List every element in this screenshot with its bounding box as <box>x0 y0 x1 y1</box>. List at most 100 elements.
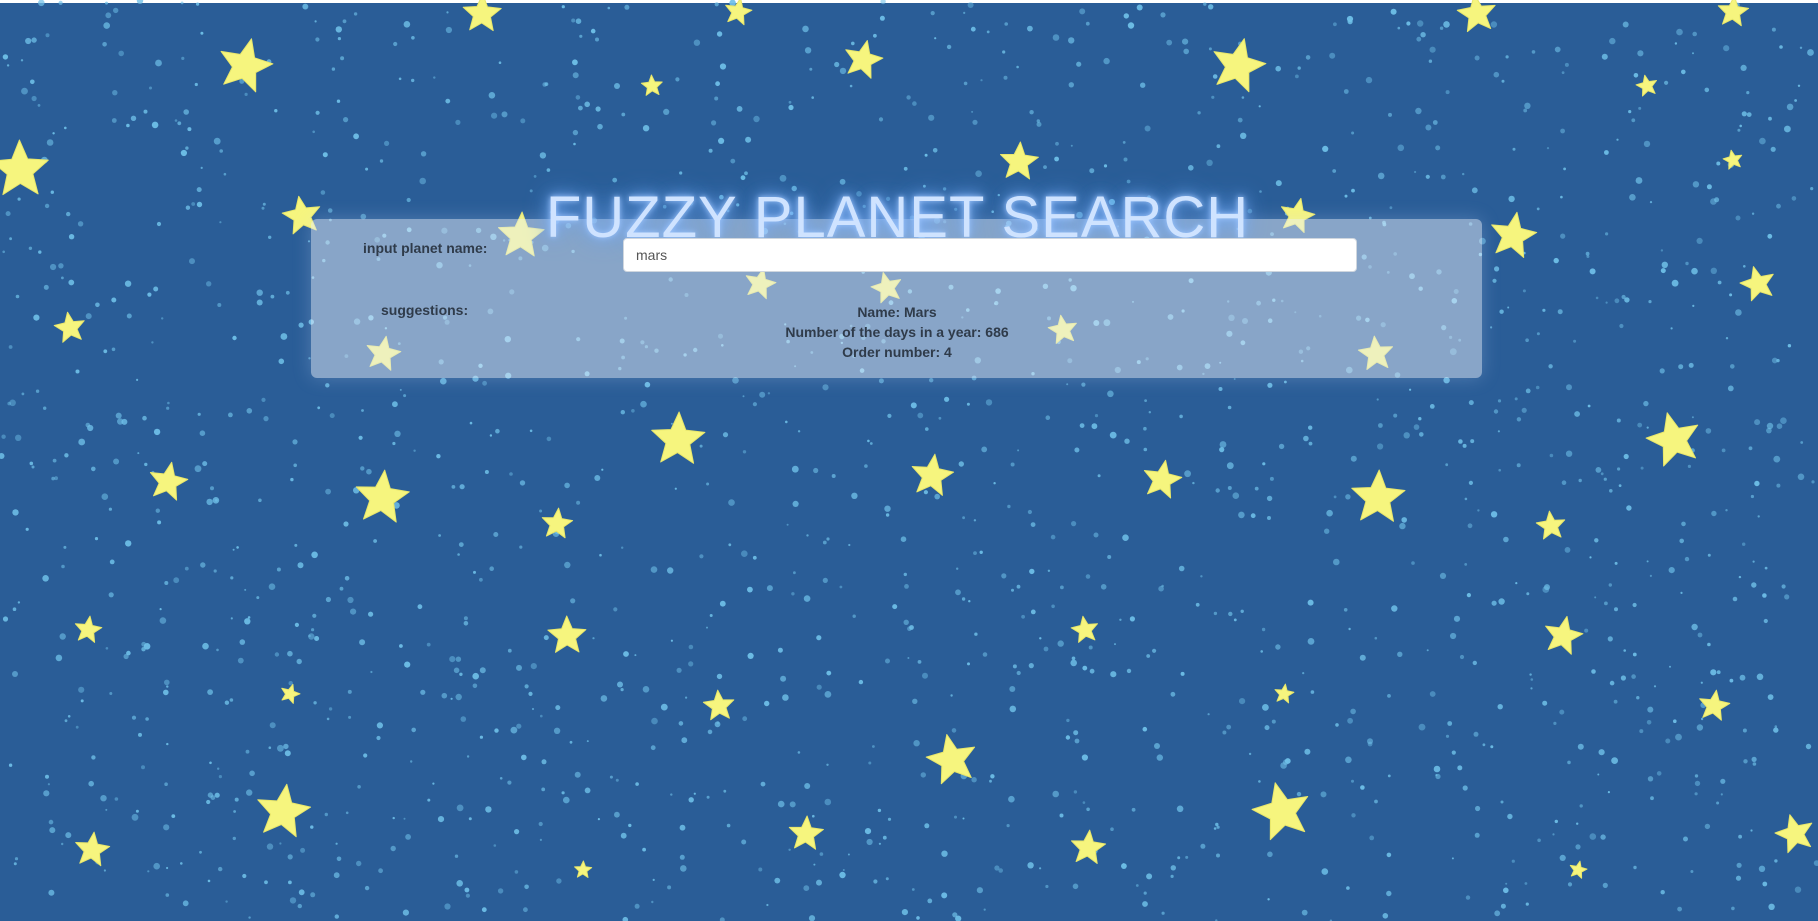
dot-icon <box>1500 903 1506 909</box>
star-icon <box>355 469 410 523</box>
star-icon <box>1717 0 1750 27</box>
dot-icon <box>393 41 398 47</box>
dot-icon <box>1614 561 1618 565</box>
dot-icon <box>1233 378 1236 380</box>
planet-search-input[interactable] <box>623 238 1357 272</box>
dot-icon <box>177 121 182 126</box>
dot-icon <box>974 632 978 636</box>
dot-icon <box>679 824 686 831</box>
dot-icon <box>1754 419 1761 426</box>
dot-icon <box>1613 699 1618 704</box>
dot-icon <box>157 520 162 525</box>
dot-icon <box>1382 913 1389 919</box>
dot-icon <box>1671 279 1679 287</box>
dot-icon <box>809 67 813 71</box>
dot-icon <box>941 892 948 899</box>
dot-icon <box>1416 36 1422 42</box>
dot-icon <box>1665 738 1671 744</box>
star-icon <box>281 683 301 704</box>
suggestion-item[interactable]: Name: Mars Number of the days in a year:… <box>697 302 1097 362</box>
dot-icon <box>378 868 383 874</box>
dot-icon <box>1494 266 1500 272</box>
dot-icon <box>337 37 341 41</box>
dot-icon <box>1226 724 1232 730</box>
dot-icon <box>151 121 159 129</box>
dot-icon <box>1414 170 1417 174</box>
dot-icon <box>103 22 110 29</box>
dot-icon <box>1143 891 1147 895</box>
dot-icon <box>1070 144 1073 147</box>
dot-icon <box>237 657 244 664</box>
dot-icon <box>709 614 713 617</box>
dot-icon <box>564 482 570 489</box>
dot-icon <box>885 877 889 881</box>
dot-icon <box>917 412 924 419</box>
dot-icon <box>1524 102 1531 110</box>
dot-icon <box>1333 558 1340 566</box>
dot-icon <box>153 286 159 292</box>
dot-icon <box>1725 509 1728 512</box>
dot-icon <box>1696 724 1704 731</box>
dot-icon <box>15 434 22 441</box>
dot-icon <box>706 795 710 799</box>
dot-icon <box>1497 430 1500 433</box>
dot-icon <box>576 500 581 505</box>
dot-icon <box>970 26 976 32</box>
dot-icon <box>971 777 977 783</box>
dot-icon <box>792 500 799 507</box>
dot-icon <box>716 31 723 37</box>
dot-icon <box>1071 521 1077 527</box>
dot-icon <box>1472 660 1478 666</box>
dot-icon <box>314 636 320 641</box>
dot-icon <box>1161 911 1165 915</box>
star-icon <box>1569 860 1588 879</box>
dot-icon <box>411 78 415 83</box>
dot-icon <box>171 814 176 818</box>
dot-icon <box>224 700 230 705</box>
dot-icon <box>1609 37 1616 45</box>
dot-icon <box>880 0 886 5</box>
dot-icon <box>1192 481 1195 485</box>
dot-icon <box>1624 297 1630 303</box>
dot-icon <box>1729 293 1733 297</box>
dot-icon <box>45 33 50 38</box>
dot-icon <box>164 679 170 686</box>
dot-icon <box>402 909 409 916</box>
dot-icon <box>519 480 526 486</box>
dot-icon <box>8 345 13 349</box>
dot-icon <box>1017 449 1020 452</box>
dot-icon <box>1051 604 1055 609</box>
dot-icon <box>102 42 107 47</box>
dot-icon <box>479 735 483 739</box>
dot-icon <box>540 714 543 718</box>
dot-icon <box>1012 664 1017 669</box>
dot-icon <box>1560 128 1565 134</box>
dot-icon <box>923 490 929 495</box>
dot-icon <box>663 108 670 115</box>
dot-icon <box>287 854 293 860</box>
dot-icon <box>217 767 220 770</box>
dot-icon <box>328 707 333 711</box>
dot-icon <box>752 402 758 407</box>
dot-icon <box>1073 790 1078 794</box>
dot-icon <box>715 81 720 87</box>
dot-icon <box>1771 27 1776 32</box>
star-icon <box>1000 141 1039 180</box>
dot-icon <box>405 834 411 840</box>
dot-icon <box>479 667 486 674</box>
dot-icon <box>108 507 112 511</box>
dot-icon <box>1417 20 1424 27</box>
star-icon <box>1274 683 1295 704</box>
dot-icon <box>1135 884 1139 887</box>
dot-icon <box>180 1 184 5</box>
dot-icon <box>1616 418 1621 423</box>
dot-icon <box>1727 385 1734 392</box>
dot-icon <box>1725 337 1729 340</box>
dot-icon <box>994 865 1000 871</box>
dot-icon <box>1027 862 1034 869</box>
dot-icon <box>1351 131 1355 135</box>
dot-icon <box>708 148 713 153</box>
dot-icon <box>1081 754 1088 761</box>
dot-icon <box>322 152 328 158</box>
dot-icon <box>113 7 119 14</box>
